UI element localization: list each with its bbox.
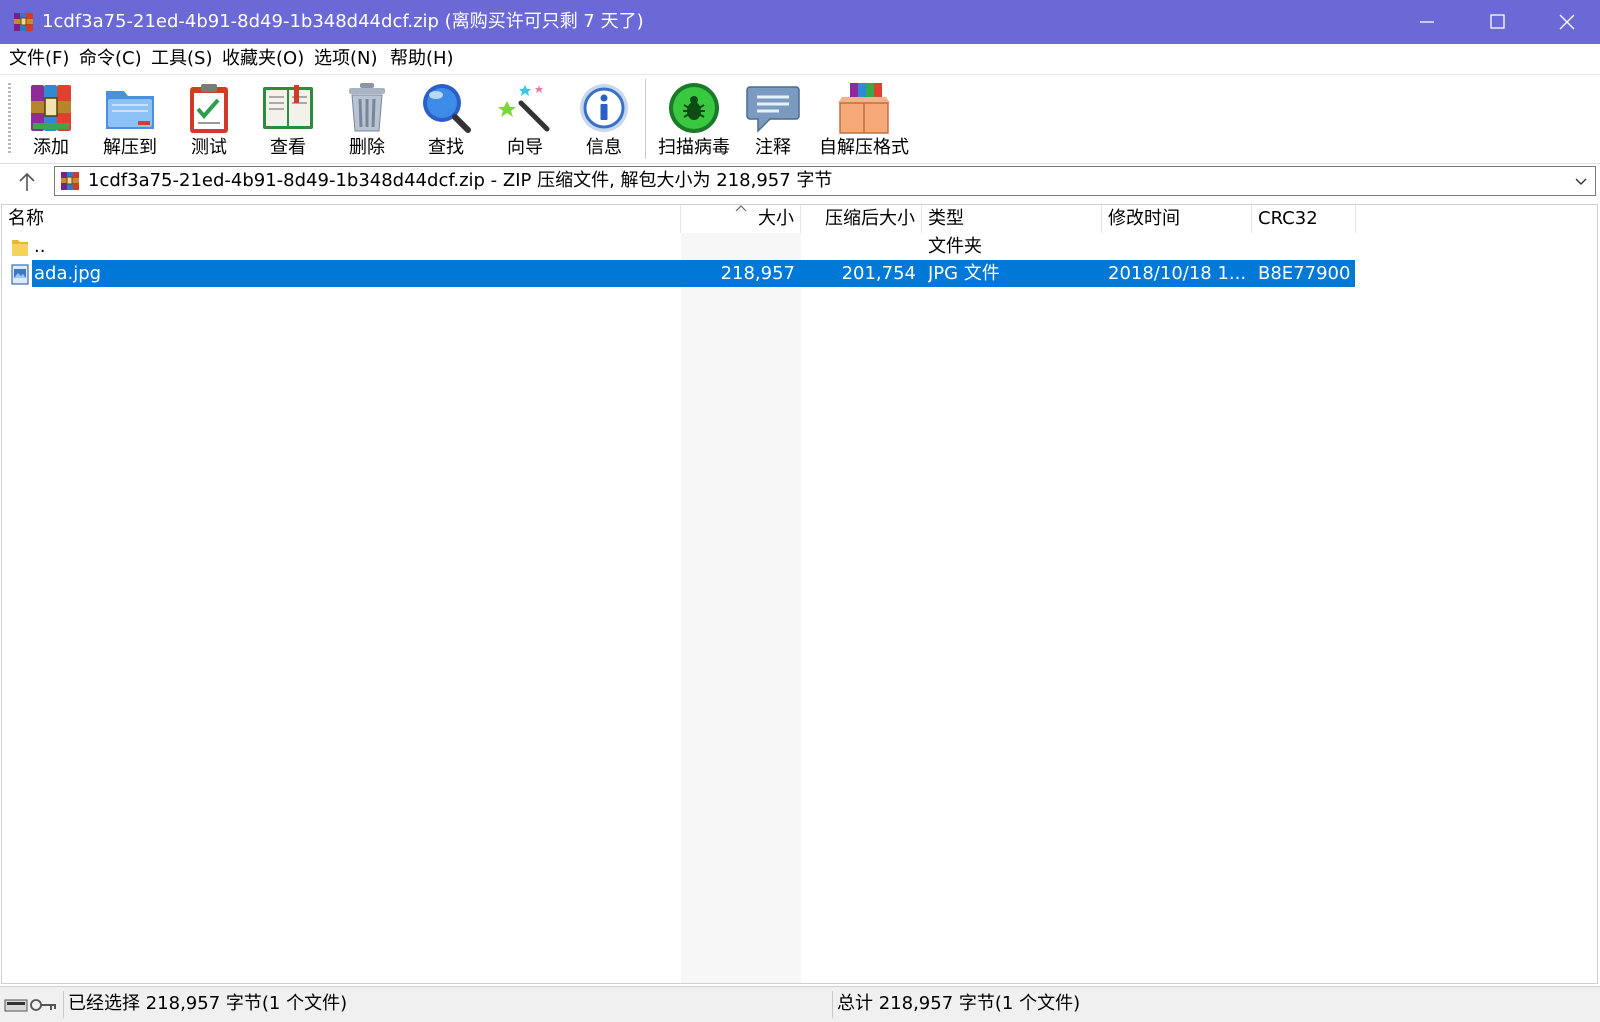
virus-scan-button[interactable]: 扫描病毒	[650, 77, 738, 161]
comment-icon	[746, 86, 800, 133]
extract-to-button[interactable]: 解压到	[92, 77, 168, 161]
file-name: ..	[34, 236, 46, 257]
up-folder-button[interactable]	[8, 167, 46, 197]
find-button[interactable]: 查找	[408, 77, 484, 161]
file-packed-size: 201,754	[841, 263, 916, 284]
wizard-label: 向导	[507, 137, 543, 158]
toolbar-grip[interactable]	[8, 83, 11, 155]
close-button[interactable]	[1532, 0, 1600, 44]
file-name: ada.jpg	[34, 263, 102, 284]
delete-button[interactable]: 删除	[330, 77, 404, 161]
menu-favorites[interactable]: 收藏夹(O)	[222, 44, 304, 74]
chevron-down-icon[interactable]	[1573, 173, 1589, 189]
list-item-selected-file[interactable]: ada.jpg 218,957 201,754 JPG 文件 2018/10/1…	[2, 260, 1597, 287]
winrar-window: 1cdf3a75-21ed-4b91-8d49-1b348d44dcf.zip …	[0, 0, 1600, 1022]
virus-scan-label: 扫描病毒	[658, 137, 730, 158]
minimize-icon	[1420, 21, 1434, 23]
info-label: 信息	[586, 137, 622, 158]
drive-key-icons	[4, 999, 56, 1012]
menu-commands[interactable]: 命令(C)	[79, 44, 142, 74]
folder-icon	[12, 240, 28, 256]
test-clipboard-icon	[190, 84, 228, 133]
wizard-wand-icon	[498, 85, 550, 132]
toolbar: 添加 解压到 测试 查看 删除 查找 向导 信息 扫描病毒 注释 自解压格式	[0, 75, 1600, 164]
view-book-icon	[263, 85, 313, 129]
file-list[interactable]: 名称 大小 压缩后大小 类型 修改时间 CRC32 .. 文件夹 ada.jpg…	[1, 204, 1598, 984]
address-text: 1cdf3a75-21ed-4b91-8d49-1b348d44dcf.zip …	[88, 170, 833, 191]
sfx-box-icon	[838, 83, 890, 134]
column-header-packed-size[interactable]: 压缩后大小	[801, 205, 922, 233]
minimize-button[interactable]	[1392, 0, 1462, 44]
maximize-button[interactable]	[1462, 0, 1532, 44]
status-separator	[63, 991, 64, 1018]
file-size: 218,957	[720, 263, 795, 284]
winrar-app-icon	[14, 13, 33, 31]
status-bar: 已经选择 218,957 字节(1 个文件) 总计 218,957 字节(1 个…	[0, 986, 1600, 1022]
file-modified: 2018/10/18 1...	[1108, 263, 1247, 284]
info-button[interactable]: 信息	[566, 77, 642, 161]
file-modified	[1108, 233, 1248, 260]
close-icon	[1559, 14, 1575, 30]
trash-icon	[349, 83, 385, 132]
add-label: 添加	[33, 137, 69, 158]
menu-help[interactable]: 帮助(H)	[390, 44, 454, 74]
status-selected: 已经选择 218,957 字节(1 个文件)	[68, 993, 348, 1014]
menu-tools[interactable]: 工具(S)	[151, 44, 212, 74]
wizard-button[interactable]: 向导	[488, 77, 562, 161]
file-crc	[1258, 233, 1354, 260]
virus-scan-icon	[669, 83, 719, 133]
status-separator	[832, 991, 833, 1018]
image-file-icon	[11, 264, 29, 285]
sort-ascending-icon	[735, 205, 747, 212]
sfx-button[interactable]: 自解压格式	[812, 77, 916, 161]
find-label: 查找	[428, 137, 464, 158]
file-type: 文件夹	[928, 236, 982, 257]
drive-icon	[4, 999, 28, 1012]
file-type: JPG 文件	[928, 263, 1000, 284]
menu-file[interactable]: 文件(F)	[9, 44, 69, 74]
comment-button[interactable]: 注释	[740, 77, 806, 161]
view-label: 查看	[270, 137, 306, 158]
column-header-type[interactable]: 类型	[922, 205, 1102, 233]
add-button[interactable]: 添加	[16, 77, 86, 161]
test-button[interactable]: 测试	[174, 77, 244, 161]
file-size	[681, 233, 795, 260]
menu-options[interactable]: 选项(N)	[314, 44, 378, 74]
sorted-column-shading	[681, 233, 801, 983]
extract-folder-icon	[106, 91, 154, 129]
view-button[interactable]: 查看	[250, 77, 326, 161]
file-packed-size	[801, 233, 916, 260]
magnifier-icon	[423, 84, 471, 133]
list-item-parent-folder[interactable]: .. 文件夹	[2, 233, 1597, 260]
add-archive-icon	[31, 85, 71, 131]
menu-bar: 文件(F) 命令(C) 工具(S) 收藏夹(O) 选项(N) 帮助(H)	[0, 44, 1600, 75]
info-icon	[580, 84, 628, 132]
address-field[interactable]: 1cdf3a75-21ed-4b91-8d49-1b348d44dcf.zip …	[54, 166, 1596, 196]
address-bar: 1cdf3a75-21ed-4b91-8d49-1b348d44dcf.zip …	[0, 165, 1600, 199]
key-icon	[30, 999, 56, 1011]
sfx-label: 自解压格式	[819, 137, 909, 158]
delete-label: 删除	[349, 137, 385, 158]
extract-to-label: 解压到	[103, 137, 157, 158]
column-header-crc32[interactable]: CRC32	[1252, 205, 1356, 233]
up-arrow-icon	[19, 172, 35, 191]
test-label: 测试	[191, 137, 227, 158]
window-title: 1cdf3a75-21ed-4b91-8d49-1b348d44dcf.zip …	[42, 11, 644, 32]
title-bar[interactable]: 1cdf3a75-21ed-4b91-8d49-1b348d44dcf.zip …	[0, 0, 1600, 44]
file-crc: B8E77900	[1258, 263, 1351, 284]
toolbar-separator	[645, 79, 646, 159]
comment-label: 注释	[755, 137, 791, 158]
archive-icon	[61, 172, 79, 190]
maximize-icon	[1490, 14, 1505, 29]
status-total: 总计 218,957 字节(1 个文件)	[837, 993, 1081, 1014]
list-header: 名称 大小 压缩后大小 类型 修改时间 CRC32	[2, 205, 1597, 233]
column-header-modified[interactable]: 修改时间	[1102, 205, 1252, 233]
column-header-name[interactable]: 名称	[2, 205, 681, 233]
